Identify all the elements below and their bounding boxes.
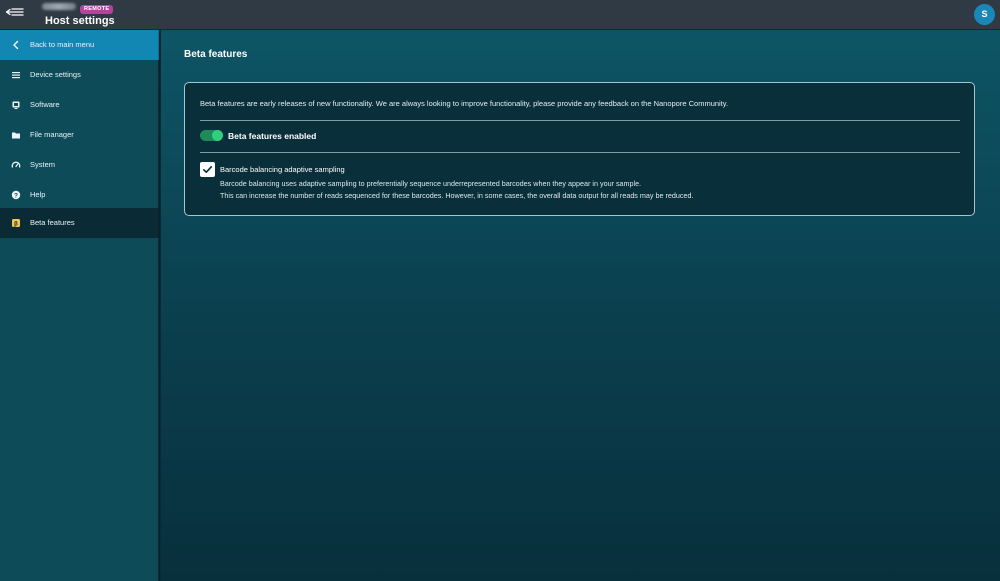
feature-description-line1: Barcode balancing uses adaptive sampling…	[220, 179, 642, 188]
sidebar-item-software[interactable]: Software	[0, 90, 159, 120]
folder-icon	[11, 130, 21, 140]
beta-features-card: Beta features are early releases of new …	[184, 82, 975, 216]
host-header: REMOTE Host settings	[42, 2, 162, 30]
gauge-icon	[11, 160, 21, 170]
list-icon	[11, 70, 21, 80]
sidebar-item-beta-features[interactable]: β Beta features	[0, 208, 159, 238]
sidebar-item-help[interactable]: ? Help	[0, 180, 159, 210]
sidebar-item-device-settings[interactable]: Device settings	[0, 60, 159, 90]
help-icon: ?	[11, 190, 21, 200]
remote-badge: REMOTE	[80, 5, 114, 14]
host-name-blurred	[42, 3, 76, 10]
feature-description-line2: This can increase the number of reads se…	[220, 191, 694, 200]
svg-text:?: ?	[14, 192, 18, 199]
intro-text: Beta features are early releases of new …	[200, 99, 729, 108]
sidebar: Back to main menu Device settings Softwa…	[0, 30, 160, 581]
monitor-icon	[11, 100, 21, 110]
app-window: REMOTE Host settings S Back to main menu…	[0, 0, 1000, 581]
svg-text:β: β	[14, 221, 18, 227]
sidebar-item-label: Help	[30, 190, 46, 199]
sidebar-item-label: Beta features	[30, 218, 75, 227]
user-avatar[interactable]: S	[974, 4, 995, 25]
menu-collapse-icon[interactable]	[4, 5, 26, 25]
sidebar-item-label: Back to main menu	[30, 40, 95, 49]
beta-icon: β	[11, 218, 21, 228]
beta-features-toggle[interactable]	[200, 130, 223, 141]
sidebar-item-system[interactable]: System	[0, 150, 159, 180]
page-title: Beta features	[184, 49, 248, 60]
feature-title: Barcode balancing adaptive sampling	[220, 165, 345, 174]
top-bar: REMOTE Host settings S	[0, 0, 1000, 30]
main-content: Beta features Beta features are early re…	[161, 30, 1000, 581]
divider	[200, 120, 960, 121]
sidebar-item-label: Device settings	[30, 70, 81, 79]
toggle-knob	[212, 130, 223, 141]
chevron-left-icon	[11, 40, 21, 50]
page-header-title: Host settings	[45, 15, 115, 27]
sidebar-item-back-to-main-menu[interactable]: Back to main menu	[0, 30, 159, 60]
sidebar-item-file-manager[interactable]: File manager	[0, 120, 159, 150]
checkmark-icon	[203, 166, 213, 173]
sidebar-item-label: Software	[30, 100, 60, 109]
divider	[200, 152, 960, 153]
toggle-label: Beta features enabled	[228, 131, 317, 141]
sidebar-item-label: System	[30, 160, 56, 169]
sidebar-item-label: File manager	[30, 130, 74, 139]
barcode-balancing-checkbox[interactable]	[200, 162, 215, 177]
